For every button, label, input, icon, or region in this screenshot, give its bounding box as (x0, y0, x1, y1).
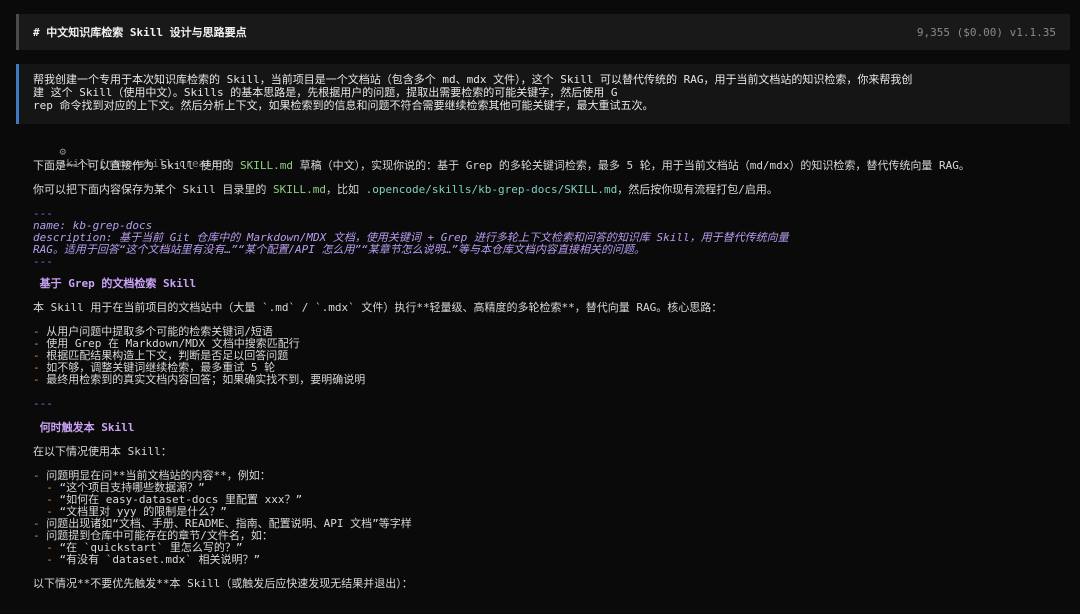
prompt-line: 建 这个 Skill（使用中文）。Skills 的基本思路是，先根据用户的问题，… (33, 86, 618, 99)
user-prompt: 帮我创建一个专用于本次知识库检索的 Skill，当前项目是一个文档站（包含多个 … (16, 64, 1070, 124)
list-item-text: 最终用检索到的真实文档内容回答；如果确实找不到，要明确说明 (46, 373, 366, 386)
intro-text: 草稿（中文），实现你说的：基于 Grep 的多轮关键词检索，最多 5 轮，用于当… (292, 159, 970, 172)
frontmatter-rule: --- (33, 255, 53, 268)
bullet-marker: - (33, 373, 40, 386)
list-item: - 最终用检索到的真实文档内容回答；如果确实找不到，要明确说明 (33, 374, 1063, 386)
section-heading: 何时触发本 Skill (33, 422, 1063, 434)
prompt-line: 帮我创建一个专用于本次知识库检索的 Skill，当前项目是一个文档站（包含多个 … (33, 73, 913, 86)
paragraph: 本 Skill 用于在当前项目的文档站中（大量 `.md` / `.mdx` 文… (33, 301, 723, 314)
intro-text: ，比如 (325, 183, 366, 196)
intro-text: 你可以把下面内容保存为某个 Skill 目录里的 (33, 183, 273, 196)
intro-paragraph-2: 你可以把下面内容保存为某个 Skill 目录里的 SKILL.md，比如 .op… (33, 184, 1063, 196)
token-cost-version: 9,355 ($0.00) v1.1.35 (916, 25, 1056, 39)
heading-text: 基于 Grep 的文档检索 Skill (39, 277, 197, 290)
bullet-list: - 问题明显在问**当前文档站的内容**，例如： - “这个项目支持哪些数据源？… (33, 470, 1063, 566)
paragraph: 在以下情况使用本 Skill： (33, 445, 172, 458)
list-item: - “有没有 `dataset.mdx` 相关说明？” (33, 554, 1063, 566)
paragraph: 以下情况**不要优先触发**本 Skill（或触发后应快速发现无结果并退出）： (33, 577, 413, 590)
conversation-title: # 中文知识库检索 Skill 设计与思路要点 (33, 26, 247, 39)
prompt-line: rep 命令找到对应的上下文。然后分析上下文，如果检索到的信息和问题不符合需要继… (33, 99, 654, 112)
heading-text: 何时触发本 Skill (39, 421, 135, 434)
section-heading: 基于 Grep 的文档检索 Skill (33, 278, 1063, 290)
frontmatter-rule: --- (33, 207, 53, 220)
assistant-response: ⚙ skill [name=skill-creator] 下面是一个可以直接作为… (33, 134, 1063, 590)
list-item-text: “有没有 `dataset.mdx` 相关说明？” (59, 553, 261, 566)
file-name: SKILL.md (272, 183, 326, 196)
bullet-marker: - (46, 553, 53, 566)
tool-call[interactable]: ⚙ skill [name=skill-creator] (33, 134, 1063, 170)
horizontal-rule: --- (33, 397, 53, 410)
frontmatter-description: RAG。适用于回答“这个文档站里有没有…”“某个配置/API 怎么用”“某章节怎… (33, 243, 645, 256)
intro-text: 下面是一个可以直接作为 Skill 使用的 (33, 159, 240, 172)
conversation-header: # 中文知识库检索 Skill 设计与思路要点 9,355 ($0.00) v1… (16, 14, 1070, 50)
intro-text: ，然后按你现有流程打包/启用。 (617, 183, 778, 196)
intro-paragraph-1: 下面是一个可以直接作为 Skill 使用的 SKILL.md 草稿（中文），实现… (33, 160, 1063, 172)
file-name: SKILL.md (239, 159, 293, 172)
file-path: .opencode/skills/kb-grep-docs/SKILL.md (365, 183, 618, 196)
bullet-list: - 从用户问题中提取多个可能的检索关键词/短语 - 使用 Grep 在 Markd… (33, 326, 1063, 386)
